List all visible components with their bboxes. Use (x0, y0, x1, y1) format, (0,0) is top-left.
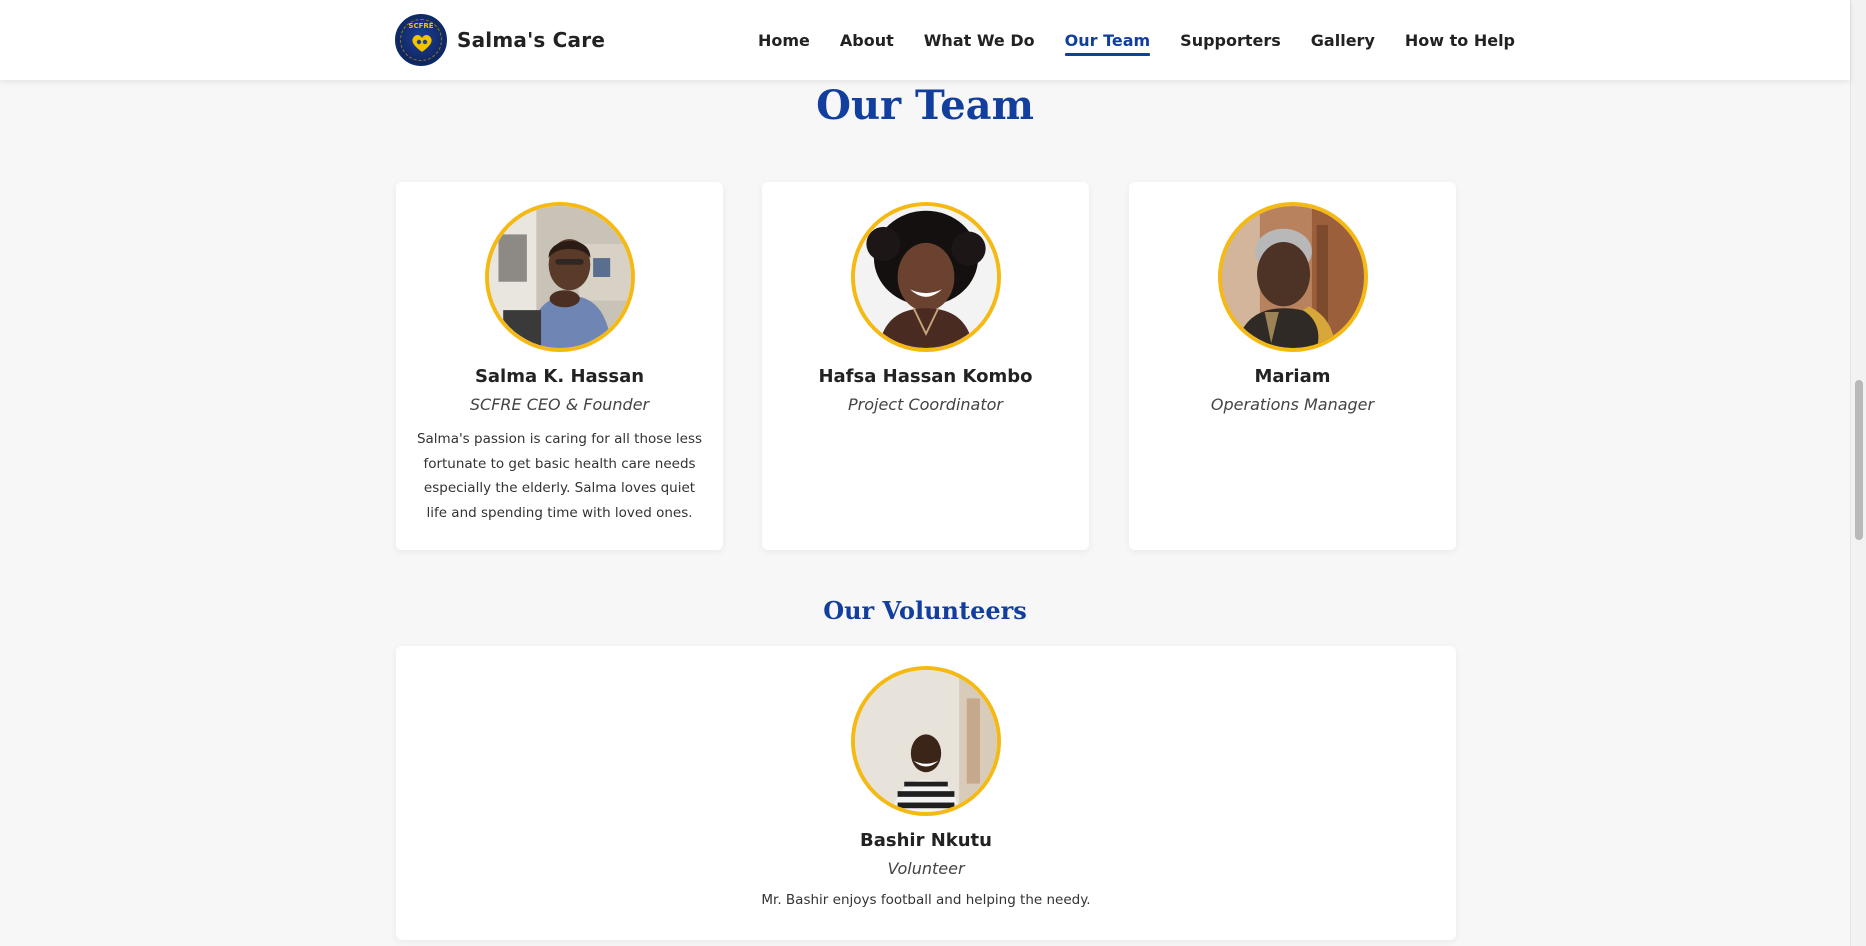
team-member-card: Salma K. Hassan SCFRE CEO & Founder Salm… (396, 182, 723, 550)
member-role: Project Coordinator (848, 395, 1003, 414)
member-name: Hafsa Hassan Kombo (818, 366, 1033, 387)
member-role: SCFRE CEO & Founder (469, 395, 650, 414)
volunteer-card: Bashir Nkutu Volunteer Mr. Bashir enjoys… (396, 646, 1456, 940)
main-nav: Home About What We Do Our Team Supporter… (758, 0, 1515, 80)
volunteer-bio: Mr. Bashir enjoys football and helping t… (761, 892, 1091, 908)
member-bio: Salma's passion is caring for all those … (416, 431, 703, 521)
nav-supporters[interactable]: Supporters (1180, 25, 1281, 56)
volunteer-role: Volunteer (887, 859, 965, 878)
nav-what-we-do[interactable]: What We Do (924, 25, 1035, 56)
team-member-card: Mariam Operations Manager (1129, 182, 1456, 550)
page-scrollbar[interactable] (1850, 0, 1866, 946)
volunteer-photo (851, 666, 1001, 816)
page-title: Our Team (816, 82, 1034, 129)
brand-name[interactable]: Salma's Care (457, 28, 605, 52)
nav-our-team[interactable]: Our Team (1064, 25, 1150, 56)
team-member-photo (1217, 202, 1368, 352)
nav-how-to-help[interactable]: How to Help (1405, 25, 1515, 56)
logo-icon: SCFRE (395, 14, 447, 66)
brand-link[interactable]: SCFRE Salma's Care (395, 14, 605, 66)
nav-home[interactable]: Home (758, 25, 810, 56)
member-name: Salma K. Hassan (474, 366, 645, 387)
volunteer-name: Bashir Nkutu (860, 830, 992, 851)
team-member-photo (850, 202, 1001, 352)
team-member-photo (484, 202, 635, 352)
site-header: SCFRE Salma's Care Home About What We Do… (0, 0, 1850, 80)
team-member-card: Hafsa Hassan Kombo Project Coordinator (762, 182, 1089, 550)
nav-gallery[interactable]: Gallery (1311, 25, 1375, 56)
volunteers-heading: Our Volunteers (823, 596, 1027, 625)
nav-about[interactable]: About (840, 25, 894, 56)
member-role: Operations Manager (1210, 395, 1375, 414)
scrollbar-thumb[interactable] (1855, 380, 1863, 540)
member-name: Mariam (1254, 366, 1331, 387)
